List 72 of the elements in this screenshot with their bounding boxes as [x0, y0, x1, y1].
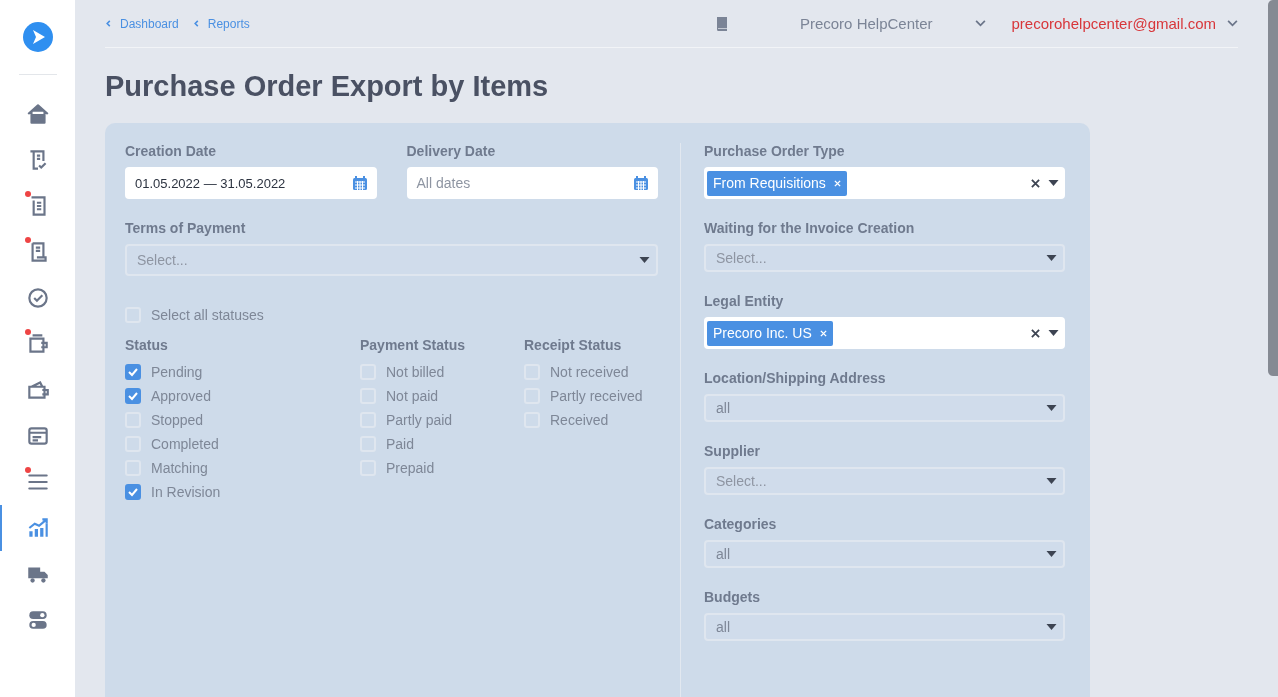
dropdown-caret-icon [1046, 624, 1057, 630]
dropdown-caret-icon [1046, 551, 1057, 557]
checkbox-label: Completed [151, 436, 219, 452]
field-label: Waiting for the Invoice Creation [704, 220, 916, 236]
calendar-icon [633, 175, 649, 191]
select-field[interactable]: all [704, 613, 1065, 641]
clear-icon[interactable] [1031, 328, 1040, 338]
checkbox-label: Partly paid [386, 412, 453, 428]
tag-chip[interactable]: From Requisitions [707, 170, 847, 196]
logo-icon[interactable] [22, 22, 53, 52]
checkbox-label: Received [550, 412, 609, 428]
checkbox-label: Select all statuses [151, 307, 264, 323]
tag-chip[interactable]: Precoro Inc. US [707, 320, 833, 346]
field-label: Terms of Payment [125, 220, 247, 236]
select-field[interactable]: Select... [704, 467, 1065, 495]
group-heading: Payment Status [360, 337, 467, 353]
field-label: Budgets [704, 589, 761, 605]
checkbox-label: Paid [386, 436, 415, 452]
multi-select-field[interactable]: From Requisitions [704, 167, 1065, 199]
checkbox[interactable] [125, 484, 141, 500]
group-heading: Receipt Status [524, 337, 623, 353]
group-heading: Status [125, 337, 169, 353]
field-label: Delivery Date [406, 143, 497, 159]
date-field[interactable]: 01.05.2022 — 31.05.2022 [125, 167, 377, 199]
dropdown-caret-icon [639, 257, 650, 263]
checkbox-label: Matching [151, 460, 208, 476]
chevron-left-icon [192, 20, 200, 27]
field-label: Legal Entity [704, 293, 785, 309]
dropdown-caret-icon [1046, 478, 1057, 484]
field-label: Purchase Order Type [704, 143, 846, 159]
checkbox[interactable] [125, 364, 141, 380]
notification-dot [25, 467, 31, 473]
notification-dot [25, 237, 31, 243]
field-label: Creation Date [125, 143, 218, 159]
remove-icon[interactable] [833, 179, 841, 187]
scrollbar-thumb[interactable] [1268, 0, 1278, 376]
checkbox[interactable] [125, 388, 141, 404]
notification-dot [25, 191, 31, 197]
checkbox-label: Pending [151, 364, 203, 380]
checkbox-label: Partly received [550, 388, 643, 404]
date-field[interactable]: All dates [406, 167, 658, 199]
help-center-dropdown[interactable]: Precoro HelpCenter [799, 15, 986, 32]
account-dropdown[interactable]: precorohelpcenter@gmail.com [1011, 15, 1238, 32]
chevron-down-icon [974, 20, 986, 27]
checkbox-label: Stopped [151, 412, 204, 428]
checkbox-label: Approved [151, 388, 211, 404]
field-label: Supplier [704, 443, 761, 459]
page-title: Purchase Order Export by Items [105, 70, 550, 103]
multi-select-field[interactable]: Precoro Inc. US [704, 317, 1065, 349]
select-field[interactable]: Select... [704, 244, 1065, 272]
breadcrumb-link[interactable]: Reports [192, 16, 250, 31]
field-label: Categories [704, 516, 778, 532]
remove-icon[interactable] [819, 329, 827, 337]
notification-dot [25, 329, 31, 335]
checkbox-label: Not received [550, 364, 629, 380]
dropdown-caret-icon [1046, 405, 1057, 411]
breadcrumb-link[interactable]: Dashboard [105, 16, 179, 31]
select-field[interactable]: all [704, 394, 1065, 422]
checkbox-label: Prepaid [386, 460, 435, 476]
chevron-down-icon [1227, 20, 1238, 27]
calendar-icon [351, 175, 368, 191]
chevron-left-icon [105, 20, 112, 27]
dropdown-caret-icon [1046, 255, 1057, 261]
checkbox-label: Not billed [386, 364, 445, 380]
dropdown-caret-icon [1048, 330, 1059, 336]
dropdown-caret-icon [1048, 180, 1059, 186]
clear-icon[interactable] [1031, 178, 1040, 188]
checkbox-label: Not paid [386, 388, 439, 404]
field-label: Location/Shipping Address [704, 370, 887, 386]
select-field[interactable]: Select... [125, 244, 658, 276]
checkbox-label: In Revision [151, 484, 221, 500]
select-field[interactable]: all [704, 540, 1065, 568]
